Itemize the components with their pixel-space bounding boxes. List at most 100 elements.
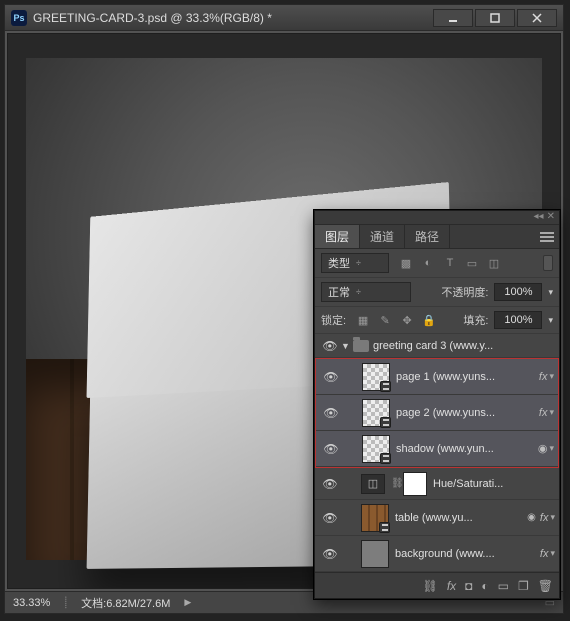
filter-pixel-icon[interactable]: ▩ <box>399 257 413 270</box>
lock-label: 锁定: <box>321 312 346 328</box>
minimize-icon <box>448 13 458 23</box>
fx-badge[interactable]: fx <box>539 371 548 383</box>
fx-disclosure-icon[interactable]: ▾ <box>549 371 554 382</box>
visibility-eye-icon[interactable]: 👁 <box>322 511 337 525</box>
layer-name[interactable]: page 1 (www.yuns... <box>396 371 535 383</box>
layer-row-page1[interactable]: 👁 page 1 (www.yuns... fx ▾ <box>316 359 558 395</box>
titlebar[interactable]: Ps GREETING-CARD-3.psd @ 33.3%(RGB/8) * <box>5 5 563 31</box>
smart-object-badge-icon <box>380 417 391 428</box>
status-menu-chevron-icon[interactable]: ▶ <box>184 597 191 608</box>
lock-paint-icon[interactable]: ✎ <box>378 314 392 327</box>
fx-indicator-icon[interactable]: ◉ <box>538 442 548 455</box>
chevron-down-icon[interactable]: ▾ <box>548 287 553 298</box>
layer-row-background[interactable]: 👁 background (www.... fx ▾ <box>315 536 559 572</box>
new-adjustment-button[interactable]: ◐ <box>481 579 488 593</box>
fx-badge[interactable]: fx <box>540 548 549 560</box>
visibility-eye-icon[interactable]: 👁 <box>323 406 338 420</box>
panel-menu-button[interactable] <box>535 225 559 248</box>
link-layers-button[interactable]: ⛓ <box>423 579 438 593</box>
docsize-value: :6.82M/27.6M <box>103 598 170 610</box>
filter-shape-icon[interactable]: ▭ <box>465 257 479 270</box>
fx-indicator-icon[interactable]: ◉ <box>527 512 536 523</box>
layer-name[interactable]: background (www.... <box>395 548 536 560</box>
smart-object-badge-icon <box>380 381 391 392</box>
layer-row-adjustment[interactable]: 👁 ◫ ⛓ Hue/Saturati... <box>315 468 559 500</box>
status-resize-handle-icon[interactable]: ⸽ <box>64 595 67 610</box>
filter-kind-label: 类型 <box>328 255 350 271</box>
fill-value: 100% <box>504 314 532 326</box>
layer-name[interactable]: Hue/Saturati... <box>433 478 555 490</box>
panel-grip[interactable]: ◂◂ ✕ <box>315 211 559 225</box>
zoom-readout[interactable]: 33.33% <box>13 597 50 609</box>
add-mask-button[interactable]: ◘ <box>465 579 472 593</box>
fx-badge[interactable]: fx <box>539 407 548 419</box>
folder-icon <box>353 340 369 352</box>
layer-thumbnail[interactable] <box>361 540 389 568</box>
fx-badge[interactable]: fx <box>540 512 549 524</box>
new-group-button[interactable]: ▭ <box>498 579 509 593</box>
visibility-eye-icon[interactable]: 👁 <box>322 339 337 353</box>
layer-thumbnail[interactable] <box>362 363 390 391</box>
layer-thumbnail[interactable] <box>362 435 390 463</box>
opacity-input[interactable]: 100% <box>494 283 542 301</box>
layer-name[interactable]: shadow (www.yun... <box>396 443 534 455</box>
window-minimize-button[interactable] <box>433 9 473 27</box>
fx-disclosure-icon[interactable]: ▾ <box>549 443 554 454</box>
fx-disclosure-icon[interactable]: ▾ <box>549 407 554 418</box>
filter-icons: ▩ ◐ T ▭ ◫ <box>399 257 501 270</box>
filter-type-icon[interactable]: T <box>443 257 457 270</box>
mask-link-icon[interactable]: ⛓ <box>391 478 403 489</box>
docsize-label: 文档 <box>81 598 103 610</box>
lock-all-icon[interactable]: 🔒 <box>422 314 436 327</box>
fill-input[interactable]: 100% <box>494 311 542 329</box>
menu-icon <box>540 231 554 243</box>
filter-adjustment-icon[interactable]: ◐ <box>421 257 435 270</box>
lock-position-icon[interactable]: ✥ <box>400 314 414 327</box>
selected-layer-block: 👁 page 1 (www.yuns... fx ▾ 👁 page 2 (www… <box>315 358 559 468</box>
delete-layer-button[interactable]: 🗑 <box>538 579 553 593</box>
visibility-eye-icon[interactable]: 👁 <box>323 442 338 456</box>
opacity-label: 不透明度: <box>441 284 488 300</box>
layer-row-shadow[interactable]: 👁 shadow (www.yun... ◉ ▾ <box>316 431 558 467</box>
visibility-eye-icon[interactable]: 👁 <box>322 477 337 491</box>
tab-channels[interactable]: 通道 <box>360 225 405 248</box>
mask-thumbnail[interactable] <box>403 472 427 496</box>
fx-disclosure-icon[interactable]: ▾ <box>550 548 555 559</box>
panel-collapse-icon[interactable]: ◂◂ <box>534 211 544 224</box>
filter-kind-select[interactable]: 类型 ÷ <box>321 253 389 273</box>
filter-smartobj-icon[interactable]: ◫ <box>487 257 501 270</box>
maximize-icon <box>490 13 500 23</box>
layer-group-row[interactable]: 👁 ▼ greeting card 3 (www.y... <box>315 334 559 358</box>
visibility-eye-icon[interactable]: 👁 <box>322 547 337 561</box>
blend-opacity-row: 正常 ÷ 不透明度: 100% ▾ <box>315 278 559 307</box>
layer-list: 👁 ▼ greeting card 3 (www.y... 👁 page 1 (… <box>315 334 559 572</box>
chevron-down-icon: ÷ <box>356 287 361 297</box>
group-name[interactable]: greeting card 3 (www.y... <box>373 340 555 352</box>
window-close-button[interactable] <box>517 9 557 27</box>
chevron-down-icon[interactable]: ▾ <box>548 315 553 326</box>
lock-transparency-icon[interactable]: ▦ <box>356 314 370 327</box>
close-icon <box>532 13 542 23</box>
window-maximize-button[interactable] <box>475 9 515 27</box>
visibility-eye-icon[interactable]: 👁 <box>323 370 338 384</box>
layer-row-page2[interactable]: 👁 page 2 (www.yuns... fx ▾ <box>316 395 558 431</box>
layer-name[interactable]: table (www.yu... <box>395 512 527 524</box>
layer-name[interactable]: page 2 (www.yuns... <box>396 407 535 419</box>
layer-thumbnail[interactable] <box>362 399 390 427</box>
opacity-value: 100% <box>504 286 532 298</box>
layers-panel[interactable]: ◂◂ ✕ 图层 通道 路径 类型 ÷ ▩ ◐ T ▭ ◫ 正常 ÷ <box>314 210 560 599</box>
panel-close-icon[interactable]: ✕ <box>547 211 555 224</box>
layer-row-table[interactable]: 👁 table (www.yu... ◉ fx ▾ <box>315 500 559 536</box>
new-layer-button[interactable]: ❐ <box>518 579 529 593</box>
group-disclosure-icon[interactable]: ▼ <box>341 341 353 351</box>
blend-mode-select[interactable]: 正常 ÷ <box>321 282 411 302</box>
adjustment-icon: ◫ <box>361 474 385 494</box>
fx-disclosure-icon[interactable]: ▾ <box>550 512 555 523</box>
photoshop-app-icon: Ps <box>11 10 27 26</box>
lock-icons: ▦ ✎ ✥ 🔒 <box>356 314 436 327</box>
layer-style-button[interactable]: fx <box>447 579 456 593</box>
layer-thumbnail[interactable] <box>361 504 389 532</box>
filter-toggle-switch[interactable] <box>543 255 553 271</box>
tab-layers[interactable]: 图层 <box>315 225 360 248</box>
tab-paths[interactable]: 路径 <box>405 225 450 248</box>
